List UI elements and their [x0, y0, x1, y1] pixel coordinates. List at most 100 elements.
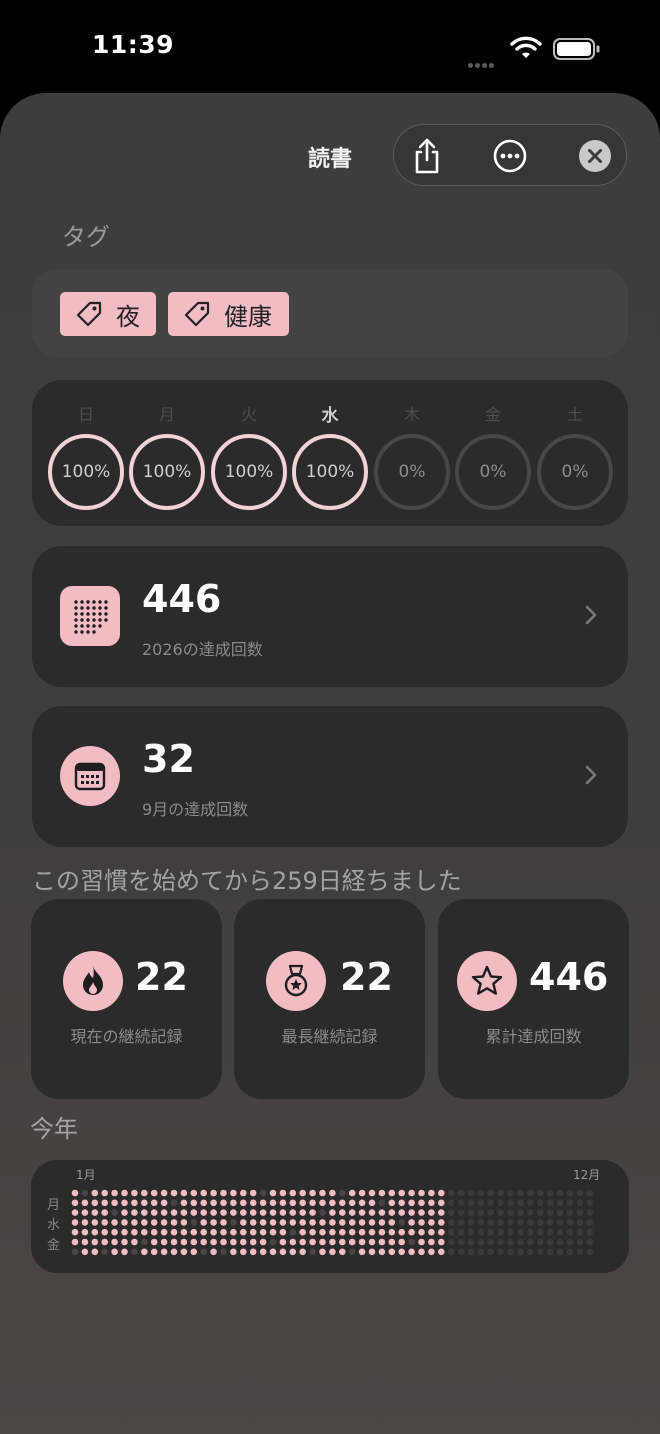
day-dot: [378, 1209, 386, 1216]
tag-chip[interactable]: 健康: [168, 292, 289, 336]
day-dot: [527, 1219, 534, 1226]
status-time: 11:39: [92, 30, 175, 59]
day-dot: [388, 1209, 396, 1216]
day-dot: [398, 1219, 406, 1226]
day-dot: [358, 1248, 366, 1256]
month-end-label: 12月: [573, 1168, 601, 1182]
day-dot: [180, 1248, 188, 1256]
day-dot: [537, 1219, 544, 1226]
day-dot: [111, 1209, 118, 1216]
day-dot: [517, 1219, 524, 1226]
day-dot: [259, 1219, 267, 1226]
day-dot: [111, 1248, 118, 1256]
day-dot: [279, 1209, 287, 1216]
day-dot: [71, 1248, 79, 1256]
month-start-label: 1月: [76, 1168, 96, 1182]
day-dot: [141, 1189, 148, 1197]
day-dot: [517, 1209, 524, 1216]
day-dot: [418, 1228, 425, 1236]
day-dot: [447, 1209, 455, 1216]
day-dot: [447, 1228, 455, 1236]
day-dot: [101, 1219, 108, 1226]
day-dot: [546, 1228, 554, 1236]
day-dot: [111, 1189, 118, 1197]
more-options-button[interactable]: [489, 135, 531, 177]
day-dot: [269, 1219, 277, 1226]
day-dot: [368, 1209, 376, 1216]
day-dot: [358, 1238, 366, 1246]
day-dot: [527, 1189, 534, 1197]
day-dot: [378, 1219, 386, 1226]
day-dot: [289, 1189, 297, 1197]
total-completions-label: 累計達成回数: [485, 1027, 582, 1046]
cellular-signal-icon: [468, 53, 496, 72]
day-dot: [497, 1189, 505, 1197]
day-dot: [269, 1248, 277, 1256]
day-dot: [467, 1238, 475, 1246]
day-dot: [71, 1219, 79, 1226]
day-dot: [230, 1189, 237, 1197]
day-dot: [240, 1199, 247, 1207]
day-dot: [279, 1219, 287, 1226]
day-dot: [348, 1238, 356, 1246]
day-dot: [447, 1248, 455, 1256]
day-dot: [418, 1209, 425, 1216]
day-dot: [497, 1199, 505, 1207]
longest-streak-label: 最長継続記録: [281, 1027, 378, 1046]
tag-chip[interactable]: 夜: [60, 292, 156, 336]
day-dot: [576, 1248, 584, 1256]
day-dot: [398, 1199, 406, 1207]
day-dot: [566, 1189, 574, 1197]
day-dot: [289, 1238, 297, 1246]
day-dot: [150, 1209, 158, 1216]
day-progress-ring: 0%: [455, 434, 531, 510]
day-dot: [388, 1228, 396, 1236]
day-dot: [537, 1238, 544, 1246]
day-dot: [527, 1199, 534, 1207]
day-dot: [467, 1199, 475, 1207]
day-dot: [438, 1238, 445, 1246]
day-dot: [200, 1219, 207, 1226]
day-dot: [339, 1189, 346, 1197]
day-dot: [131, 1248, 138, 1256]
day-dot: [230, 1199, 237, 1207]
day-dot: [309, 1209, 316, 1216]
day-dot: [319, 1228, 326, 1236]
day-dot: [329, 1238, 336, 1246]
weekly-progress-card: 日 100% 月 100% 火 100% 水 100% 木 0% 金 0% 土 …: [32, 380, 628, 526]
year-completions-row[interactable]: 446 2026の達成回数: [32, 546, 628, 687]
day-dot: [160, 1238, 168, 1246]
day-dot: [339, 1209, 346, 1216]
day-dot: [240, 1248, 247, 1256]
day-dot: [210, 1228, 217, 1236]
day-dot: [339, 1199, 346, 1207]
day-dot: [71, 1238, 79, 1246]
day-dot: [457, 1238, 465, 1246]
day-dot: [428, 1248, 435, 1256]
day-dot: [408, 1199, 415, 1207]
day-dot: [546, 1209, 554, 1216]
day-dot: [279, 1199, 287, 1207]
day-dot: [309, 1189, 316, 1197]
day-dot: [121, 1238, 128, 1246]
day-label: 水: [321, 406, 339, 426]
day-dot: [527, 1248, 534, 1256]
share-button[interactable]: [406, 135, 448, 177]
day-dot: [190, 1248, 198, 1256]
day-dot: [339, 1228, 346, 1236]
day-dot: [537, 1189, 544, 1197]
this-year-label: 今年: [30, 1115, 78, 1143]
wifi-icon: [510, 36, 542, 64]
day-dot: [457, 1189, 465, 1197]
flame-icon: [63, 951, 123, 1011]
day-dot: [546, 1199, 554, 1207]
day-label: 木: [403, 405, 420, 424]
close-button[interactable]: [574, 135, 616, 177]
current-streak-label: 現在の継続記録: [70, 1027, 183, 1046]
day-dot: [141, 1219, 148, 1226]
day-dot: [487, 1209, 495, 1216]
day-dot: [467, 1189, 475, 1197]
month-completions-row[interactable]: 32 9月の達成回数: [32, 706, 628, 847]
day-dot: [190, 1219, 198, 1226]
day-dot: [160, 1209, 168, 1216]
